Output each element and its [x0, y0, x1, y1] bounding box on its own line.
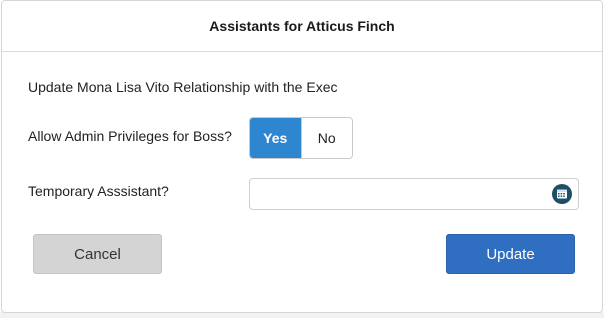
- update-button[interactable]: Update: [446, 234, 575, 274]
- temporary-assistant-label: Temporary Asssistant?: [28, 183, 169, 199]
- admin-privileges-label: Allow Admin Privileges for Boss?: [28, 128, 232, 144]
- temporary-assistant-date-field: [249, 178, 579, 210]
- calendar-icon[interactable]: [552, 184, 572, 204]
- no-button[interactable]: No: [300, 118, 352, 158]
- assistants-dialog: Assistants for Atticus Finch Update Mona…: [1, 0, 603, 313]
- yes-button[interactable]: Yes: [250, 118, 301, 158]
- admin-privileges-toggle: Yes No: [249, 117, 353, 159]
- dialog-header: Assistants for Atticus Finch: [2, 1, 602, 52]
- dialog-heading: Update Mona Lisa Vito Relationship with …: [28, 79, 338, 95]
- temporary-assistant-input[interactable]: [250, 179, 556, 209]
- cancel-button[interactable]: Cancel: [33, 234, 162, 274]
- dialog-title: Assistants for Atticus Finch: [209, 18, 395, 34]
